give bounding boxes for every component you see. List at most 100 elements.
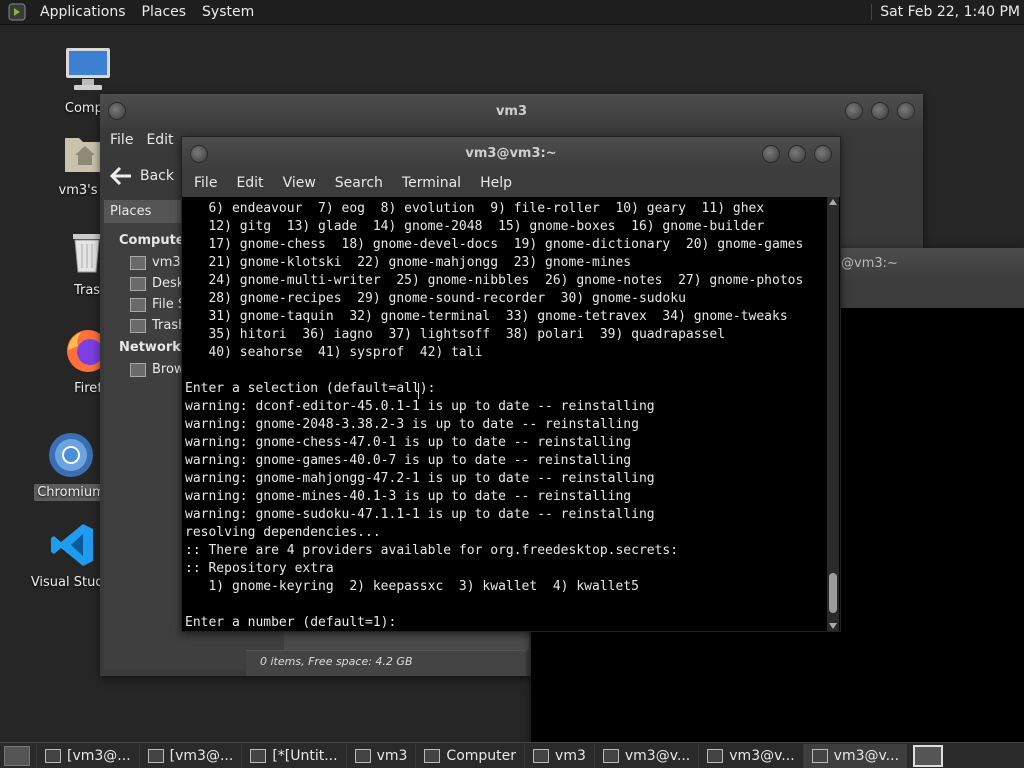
- taskbar-item[interactable]: Computer: [415, 743, 524, 768]
- close-button[interactable]: [814, 145, 832, 163]
- menu-edit[interactable]: Edit: [236, 175, 263, 191]
- terminal-line: :: Repository extra: [185, 561, 334, 576]
- folder-icon: [354, 748, 371, 763]
- top-panel: Applications Places System Sat Feb 22, 1…: [0, 0, 1024, 25]
- places-menu[interactable]: Places: [134, 4, 195, 20]
- terminal-output[interactable]: 6) endeavour 7) eog 8) evolution 9) file…: [185, 200, 825, 630]
- terminal-scrollbar[interactable]: [827, 197, 839, 631]
- terminal-line: 28) gnome-recipes 29) gnome-sound-record…: [185, 291, 686, 306]
- terminal-line: Enter a number (default=1):: [185, 615, 397, 630]
- minimize-button[interactable]: [845, 102, 863, 120]
- scroll-down-arrow-icon[interactable]: [829, 623, 837, 629]
- text-editor-icon: [250, 748, 267, 763]
- back-button[interactable]: Back: [110, 167, 174, 185]
- status-bar: 0 items, Free space: 4.2 GB: [246, 650, 526, 676]
- trash-icon: [130, 318, 146, 333]
- scrollbar-thumb[interactable]: [829, 573, 837, 613]
- taskbar-item[interactable]: vm3@v...: [698, 743, 802, 768]
- taskbar-item-label: vm3@v...: [729, 747, 795, 764]
- back-label: Back: [140, 168, 174, 184]
- terminal-icon: [45, 748, 61, 763]
- terminal-icon: [602, 748, 619, 763]
- taskbar-item-label: vm3@v...: [624, 747, 691, 764]
- menu-help[interactable]: Help: [480, 175, 512, 191]
- terminal-line: 24) gnome-multi-writer 25) gnome-nibbles…: [185, 273, 804, 288]
- terminal-line: warning: dconf-editor-45.0.1-1 is up to …: [185, 399, 655, 414]
- terminal-line: warning: gnome-mines-40.1-3 is up to dat…: [185, 489, 632, 504]
- desktop-icon-label: Chromium: [34, 484, 108, 501]
- terminal-titlebar[interactable]: vm3@vm3:~: [182, 137, 840, 169]
- terminal-line: resolving dependencies...: [185, 525, 381, 540]
- taskbar-item[interactable]: vm3: [345, 743, 416, 768]
- computer-icon: [62, 46, 114, 96]
- maximize-button[interactable]: [788, 145, 806, 163]
- window-title: vm3@vm3:~: [465, 145, 557, 161]
- taskbar-item-label: vm3: [555, 747, 586, 764]
- terminal-line: Enter a selection (default=all):: [185, 381, 436, 396]
- taskbar-item-label: Computer: [446, 747, 517, 764]
- applications-menu[interactable]: Applications: [32, 4, 134, 20]
- drive-icon: [130, 297, 146, 312]
- minimize-button[interactable]: [762, 145, 780, 163]
- terminal-line: 1) gnome-keyring 2) keepassxc 3) kwallet…: [185, 579, 639, 594]
- terminal-window: vm3@vm3:~ File Edit View Search Terminal…: [181, 136, 841, 632]
- terminal-line: warning: gnome-chess-47.0-1 is up to dat…: [185, 435, 632, 450]
- desktop-icon-label: Tras: [73, 283, 101, 298]
- scroll-up-arrow-icon[interactable]: [829, 199, 837, 205]
- terminal-icon: [811, 748, 828, 763]
- maximize-button[interactable]: [871, 102, 889, 120]
- terminal-line: 17) gnome-chess 18) gnome-devel-docs 19)…: [185, 237, 804, 252]
- taskbar-item-label: vm3@v...: [833, 747, 900, 764]
- task-list: [vm3@... [vm3@... [*[Untit... vm3 Computer vm…: [36, 743, 908, 768]
- terminal-line: :: There are 4 providers available for o…: [185, 543, 679, 558]
- taskbar-item-label: [vm3@...: [67, 747, 131, 764]
- workspace-switcher[interactable]: [913, 744, 944, 767]
- taskbar-item[interactable]: [vm3@...: [36, 743, 139, 768]
- bottom-taskbar: [vm3@... [vm3@... [*[Untit... vm3 Computer vm…: [0, 742, 1024, 768]
- window-title: @vm3:~: [841, 255, 898, 271]
- taskbar-item[interactable]: vm3@v...: [802, 743, 908, 768]
- window-menu-button[interactable]: [190, 145, 208, 163]
- taskbar-item-label: vm3: [376, 747, 408, 764]
- folder-icon: [533, 748, 550, 763]
- menu-file[interactable]: File: [194, 175, 217, 191]
- system-menu[interactable]: System: [194, 4, 262, 20]
- close-button[interactable]: [897, 102, 915, 120]
- terminal-icon: [707, 748, 724, 763]
- show-desktop-button[interactable]: [4, 745, 30, 766]
- clock[interactable]: Sat Feb 22, 1:40 PM: [871, 4, 1020, 20]
- terminal-line: warning: gnome-sudoku-47.1.1-1 is up to …: [185, 507, 655, 522]
- window-menu-button[interactable]: [108, 102, 126, 120]
- desktop-icon: [130, 276, 146, 291]
- distro-logo-icon[interactable]: [6, 2, 28, 22]
- taskbar-item-label: [vm3@...: [169, 747, 234, 764]
- file-manager-titlebar[interactable]: vm3: [100, 94, 923, 128]
- menu-terminal[interactable]: Terminal: [402, 175, 461, 191]
- terminal-line: 12) gitg 13) glade 14) gnome-2048 15) gn…: [185, 219, 765, 234]
- home-icon: [130, 255, 146, 270]
- text-cursor-icon: [418, 383, 419, 399]
- terminal-line: 35) hitori 36) iagno 37) lightsoff 38) p…: [185, 327, 726, 342]
- terminal-line: 31) gnome-taquin 32) gnome-terminal 33) …: [185, 309, 788, 324]
- menu-view[interactable]: View: [283, 175, 316, 191]
- taskbar-item[interactable]: vm3: [524, 743, 594, 768]
- menu-search[interactable]: Search: [335, 175, 383, 191]
- chromium-icon: [45, 430, 97, 480]
- terminal-line: 21) gnome-klotski 22) gnome-mahjongg 23)…: [185, 255, 632, 270]
- window-title: vm3: [495, 103, 528, 119]
- terminal-line: 6) endeavour 7) eog 8) evolution 9) file…: [185, 201, 765, 216]
- taskbar-item-label: [*[Untit...: [272, 747, 338, 764]
- back-arrow-icon: [110, 167, 131, 185]
- terminal-menubar: File Edit View Search Terminal Help: [182, 169, 840, 197]
- network-icon: [130, 362, 146, 377]
- terminal-line: warning: gnome-2048-3.38.2-3 is up to da…: [185, 417, 639, 432]
- menu-file[interactable]: File: [110, 132, 140, 148]
- menu-edit[interactable]: Edit: [146, 132, 180, 148]
- taskbar-item[interactable]: [vm3@...: [138, 743, 242, 768]
- taskbar-item[interactable]: [*[Untit...: [241, 743, 345, 768]
- terminal-icon: [147, 748, 164, 763]
- taskbar-item[interactable]: vm3@v...: [593, 743, 698, 768]
- computer-icon: [424, 748, 441, 763]
